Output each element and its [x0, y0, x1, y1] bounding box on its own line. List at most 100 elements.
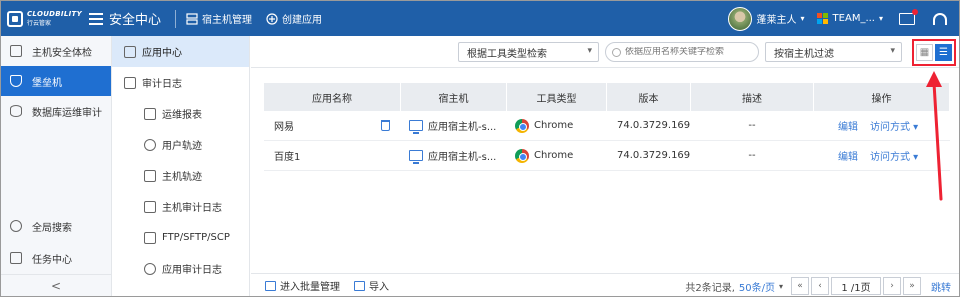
subnav-item-app-center[interactable]: 应用中心: [112, 36, 249, 67]
sidebar-item-label: 全局搜索: [32, 222, 72, 234]
top-bar: CLOUDBILITY 行云管家 安全中心 宿主机管理 创建应用 蓬莱主人 ▾ …: [1, 1, 959, 36]
page-size-select[interactable]: 50条/页: [739, 279, 775, 294]
sidebar-item-label: 数据库运维审计: [32, 107, 102, 119]
next-page-button[interactable]: ›: [883, 277, 901, 295]
headset-icon[interactable]: [933, 12, 947, 25]
menu-icon[interactable]: [89, 12, 103, 25]
monitor-icon: [144, 200, 156, 213]
main-content: 根据工具类型检索 ▾ 按宿主机过滤 ▾ ▦ ☰ 应用名称 宿主机 工具类型 版本: [251, 36, 959, 296]
sidebar-item-label: 主机安全体检: [32, 47, 92, 59]
access-method-link[interactable]: 访问方式 ▾: [870, 148, 918, 163]
tool-type: Chrome: [534, 120, 574, 131]
sidebar-item-global-search[interactable]: 全局搜索: [1, 210, 111, 242]
toolbar: 根据工具类型检索 ▾ 按宿主机过滤 ▾ ▦ ☰: [251, 36, 959, 68]
plus-circle-icon: [266, 12, 278, 25]
batch-manage-button[interactable]: 进入批量管理: [265, 278, 340, 293]
page-indicator[interactable]: 1 /1页: [831, 277, 881, 295]
host-name: 应用宿主机-s...: [428, 122, 497, 133]
table-row[interactable]: 网易 应用宿主机-s... Chrome 74.0.3729.169 -- 编辑…: [264, 111, 950, 141]
subnav-item-label: 主机审计日志: [162, 203, 222, 214]
tool-type: Chrome: [534, 150, 574, 161]
upload-icon: [354, 280, 365, 291]
table-row[interactable]: 百度1 应用宿主机-s... Chrome 74.0.3729.169 -- 编…: [264, 141, 950, 171]
description: --: [748, 120, 756, 131]
subnav-item-label: 应用审计日志: [162, 265, 222, 276]
sidebar-item-task-center[interactable]: 任务中心: [1, 242, 111, 274]
chevron-down-icon[interactable]: ▾: [801, 14, 805, 23]
host-manage-button[interactable]: 宿主机管理: [186, 11, 252, 26]
user-name[interactable]: 蓬莱主人: [757, 11, 797, 26]
view-toggle-highlight: ▦ ☰: [912, 39, 956, 66]
trash-icon[interactable]: [381, 120, 390, 131]
import-label: 导入: [369, 282, 389, 293]
subnav-item-ops-report[interactable]: 运维报表: [112, 98, 249, 129]
access-method-link[interactable]: 访问方式 ▾: [870, 118, 918, 133]
subnav-item-user-track[interactable]: 用户轨迹: [112, 129, 249, 160]
edit-link[interactable]: 编辑: [838, 148, 858, 163]
collapse-button[interactable]: <: [1, 274, 111, 296]
search-input[interactable]: [625, 47, 749, 57]
app-window: CLOUDBILITY 行云管家 安全中心 宿主机管理 创建应用 蓬莱主人 ▾ …: [0, 0, 960, 297]
chevron-down-icon: ▾: [890, 46, 895, 56]
shield-icon: [10, 75, 22, 87]
chevron-down-icon[interactable]: ▾: [779, 282, 783, 291]
first-page-button[interactable]: «: [791, 277, 809, 295]
chrome-icon: [515, 118, 529, 133]
user-icon: [144, 138, 156, 151]
app-name: 网易: [274, 122, 294, 133]
subnav-item-host-track[interactable]: 主机轨迹: [112, 160, 249, 191]
edit-link[interactable]: 编辑: [838, 118, 858, 133]
subnav-item-ftp[interactable]: FTP/SFTP/SCP: [112, 222, 249, 253]
subnav-item-label: 主机轨迹: [162, 172, 202, 183]
search-box[interactable]: [605, 42, 759, 62]
tool-type-select[interactable]: 根据工具类型检索 ▾: [458, 42, 599, 62]
team-name[interactable]: TEAM_...: [833, 13, 875, 24]
sub-nav: 应用中心 审计日志 运维报表 用户轨迹 主机轨迹 主机审计日志 FTP/SFTP…: [112, 36, 250, 296]
create-app-button[interactable]: 创建应用: [266, 11, 322, 26]
grid-view-icon[interactable]: ▦: [916, 44, 933, 61]
mail-icon[interactable]: [899, 8, 918, 25]
logo-subtext: 行云管家: [27, 19, 52, 27]
column-header: 应用名称: [264, 83, 401, 111]
column-header: 宿主机: [401, 83, 507, 111]
subnav-item-host-audit-log[interactable]: 主机审计日志: [112, 191, 249, 222]
app-name: 百度1: [274, 152, 301, 163]
column-header: 版本: [607, 83, 691, 111]
batch-manage-label: 进入批量管理: [280, 282, 340, 293]
document-icon: [124, 76, 136, 89]
prev-page-button[interactable]: ‹: [811, 277, 829, 295]
access-method-label: 访问方式: [870, 152, 910, 163]
left-nav: 主机安全体检 堡垒机 数据库运维审计 全局搜索 任务中心 <: [1, 36, 112, 296]
subnav-item-label: 运维报表: [162, 110, 202, 121]
last-page-button[interactable]: »: [903, 277, 921, 295]
microsoft-icon: [816, 13, 828, 24]
host-filter-select[interactable]: 按宿主机过滤 ▾: [765, 42, 902, 62]
sidebar-item-host-check[interactable]: 主机安全体检: [1, 36, 111, 66]
footer-bar: 进入批量管理 导入 共2条记录, 50条/页 ▾ « ‹ 1 /1页 › » 跳…: [251, 273, 959, 296]
tool-type-select-value: 根据工具类型检索: [467, 48, 547, 60]
logo-icon: [7, 10, 23, 27]
description: --: [748, 150, 756, 161]
column-header: 工具类型: [507, 83, 607, 111]
avatar[interactable]: [727, 6, 752, 31]
subnav-item-label: FTP/SFTP/SCP: [162, 232, 230, 243]
subnav-item-audit-log[interactable]: 审计日志: [112, 67, 249, 98]
chevron-down-icon[interactable]: ▾: [879, 14, 883, 23]
sidebar-item-bastion[interactable]: 堡垒机: [1, 66, 111, 96]
jump-button[interactable]: 跳转: [931, 279, 951, 294]
windows-host-icon: [409, 120, 423, 134]
pagination: 共2条记录, 50条/页 ▾ « ‹ 1 /1页 › » 跳转: [685, 277, 951, 295]
version: 74.0.3729.169: [617, 120, 691, 131]
list-view-icon[interactable]: ☰: [935, 44, 952, 61]
subnav-item-app-audit-log[interactable]: 应用审计日志: [112, 253, 249, 284]
logo[interactable]: CLOUDBILITY 行云管家: [7, 10, 89, 28]
sidebar-item-db-audit[interactable]: 数据库运维审计: [1, 96, 111, 126]
chevron-down-icon: ▾: [587, 46, 592, 56]
host-filter-select-value: 按宿主机过滤: [774, 48, 834, 60]
host-manage-label: 宿主机管理: [202, 15, 253, 26]
import-button[interactable]: 导入: [354, 278, 389, 293]
database-icon: [10, 105, 22, 117]
subnav-item-label: 审计日志: [142, 79, 182, 90]
column-header: 描述: [691, 83, 814, 111]
divider: [175, 9, 177, 28]
